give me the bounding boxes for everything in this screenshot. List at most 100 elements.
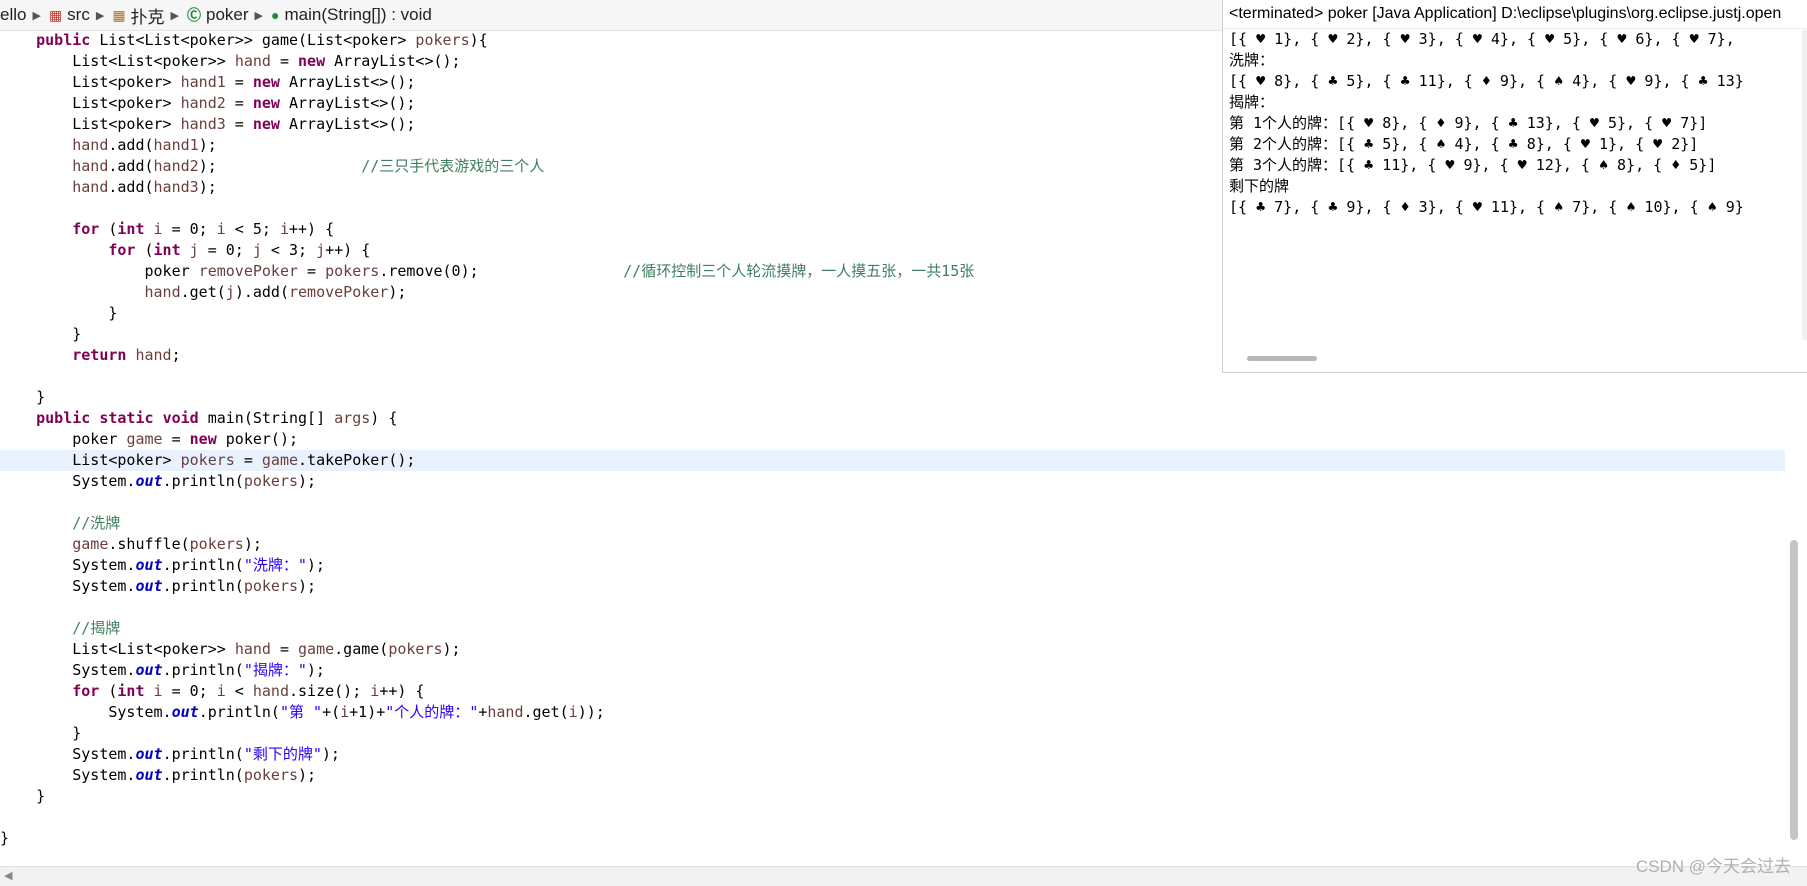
code-line[interactable]: } — [0, 387, 1785, 408]
code-line[interactable]: System.out.println(pokers); — [0, 576, 1785, 597]
console-line: 洗牌： — [1229, 51, 1275, 69]
code-line[interactable]: System.out.println("剩下的牌"); — [0, 744, 1785, 765]
code-token: j — [316, 241, 326, 259]
breadcrumb-item-src[interactable]: ▦ src — [49, 5, 90, 25]
code-line[interactable]: System.out.println(pokers); — [0, 765, 1785, 786]
code-token: j — [189, 241, 199, 259]
breadcrumb-item-project[interactable]: ello — [0, 5, 26, 25]
code-line[interactable]: } — [0, 828, 1785, 849]
code-token: i — [340, 703, 350, 721]
code-line[interactable]: System.out.println("揭牌："); — [0, 660, 1785, 681]
code-token: out — [135, 766, 163, 784]
code-line[interactable]: //揭牌 — [0, 618, 1785, 639]
chevron-right-icon: ▶ — [170, 9, 180, 22]
code-token: i — [370, 682, 380, 700]
breadcrumb-item-package[interactable]: ▦ 扑克 — [112, 3, 164, 28]
code-token: ( — [99, 220, 118, 238]
code-line[interactable]: System.out.println("洗牌："); — [0, 555, 1785, 576]
breadcrumb-item-method[interactable]: ● main(String[]) : void — [271, 5, 432, 25]
console-horizontal-scrollbar[interactable] — [1247, 356, 1317, 361]
watermark: CSDN @今天会过去 — [1635, 857, 1791, 876]
console-line: 剩下的牌 — [1229, 177, 1290, 195]
code-token: //循环控制三个人轮流摸牌，一人摸五张，一共15张 — [623, 262, 975, 280]
scroll-left-icon[interactable]: ◀ — [4, 869, 12, 882]
code-line[interactable] — [0, 807, 1785, 828]
breadcrumb-project-label: ello — [0, 5, 27, 24]
code-line[interactable]: poker game = new poker(); — [0, 429, 1785, 450]
code-token: out — [135, 472, 163, 490]
console-line: 第 3个人的牌：[{ ♣ 11}, { ♥ 9}, { ♥ 12}, { ♠ 8… — [1229, 156, 1717, 174]
code-token: game — [298, 640, 335, 658]
source-folder-icon: ▦ — [48, 6, 63, 23]
code-token: game — [261, 451, 299, 469]
code-token: System. — [0, 766, 136, 784]
code-token: hand — [72, 136, 109, 154]
code-token: = — [234, 451, 262, 469]
code-token: int — [117, 220, 145, 238]
code-line[interactable]: } — [0, 723, 1785, 744]
code-line[interactable] — [0, 492, 1785, 513]
code-token: pokers — [180, 451, 235, 469]
code-token: for — [72, 682, 100, 700]
code-token: i — [216, 682, 226, 700]
code-token: ); — [198, 136, 217, 154]
code-token: //洗牌 — [72, 514, 121, 532]
code-token: .add( — [108, 157, 154, 175]
chevron-right-icon: ▶ — [95, 9, 105, 22]
code-line[interactable]: System.out.println(pokers); — [0, 471, 1785, 492]
breadcrumb-item-class[interactable]: Ⓒ poker — [187, 5, 249, 25]
code-line[interactable]: public static void main(String[] args) { — [0, 408, 1785, 429]
code-line[interactable]: System.out.println("第 "+(i+1)+"个人的牌："+ha… — [0, 702, 1785, 723]
code-token: int — [153, 241, 181, 259]
code-token: return — [72, 346, 127, 364]
code-line[interactable]: } — [0, 786, 1785, 807]
code-token: List<poker> — [0, 451, 181, 469]
breadcrumb-method-label: main(String[]) : void — [284, 5, 432, 24]
code-line[interactable]: for (int i = 0; i < hand.size(); i++) { — [0, 681, 1785, 702]
code-token: hand — [135, 346, 172, 364]
code-token: .takePoker(); — [298, 451, 416, 469]
code-token: j — [252, 241, 262, 259]
code-line[interactable]: List<List<poker>> hand = game.game(poker… — [0, 639, 1785, 660]
code-token: ); — [442, 640, 461, 658]
code-line[interactable]: //洗牌 — [0, 513, 1785, 534]
code-token: ); — [198, 157, 362, 175]
code-token: j — [225, 283, 235, 301]
code-token: } — [0, 787, 46, 805]
console-line: 第 2个人的牌：[{ ♣ 5}, { ♠ 4}, { ♣ 8}, { ♥ 1},… — [1229, 135, 1699, 153]
code-token: i — [153, 682, 163, 700]
code-token: System. — [0, 556, 136, 574]
console-title: <terminated> poker [Java Application] D:… — [1223, 0, 1807, 29]
code-token: hand1 — [180, 73, 226, 91]
console-view[interactable]: <terminated> poker [Java Application] D:… — [1222, 0, 1807, 373]
code-token: static — [99, 409, 154, 427]
editor-horizontal-scrollbar[interactable]: ◀ — [0, 866, 1807, 886]
code-token: pokers — [243, 472, 299, 490]
editor-vertical-scrollbar[interactable] — [1790, 540, 1798, 840]
code-token: .get( — [523, 703, 569, 721]
code-line[interactable] — [0, 597, 1785, 618]
code-token: ); — [298, 766, 317, 784]
code-token: "洗牌：" — [243, 556, 307, 574]
code-token: ); — [298, 577, 317, 595]
code-token: .get( — [180, 283, 226, 301]
console-vertical-scrollbar[interactable] — [1802, 30, 1807, 340]
code-token: .println( — [162, 661, 244, 679]
code-token: < 5; — [225, 220, 280, 238]
code-token: i — [153, 220, 163, 238]
code-token: out — [135, 661, 163, 679]
breadcrumb: ello ▶ ▦ src ▶ ▦ 扑克 ▶ Ⓒ poker ▶ ● main(S… — [0, 0, 1222, 31]
code-token: "剩下的牌" — [243, 745, 322, 763]
code-token: ArrayList<>(); — [279, 73, 416, 91]
code-token: .println( — [162, 556, 244, 574]
code-line[interactable]: game.shuffle(pokers); — [0, 534, 1785, 555]
code-token: } — [0, 325, 82, 343]
code-line[interactable]: List<poker> pokers = game.takePoker(); — [0, 450, 1785, 471]
code-token: < 3; — [261, 241, 317, 259]
